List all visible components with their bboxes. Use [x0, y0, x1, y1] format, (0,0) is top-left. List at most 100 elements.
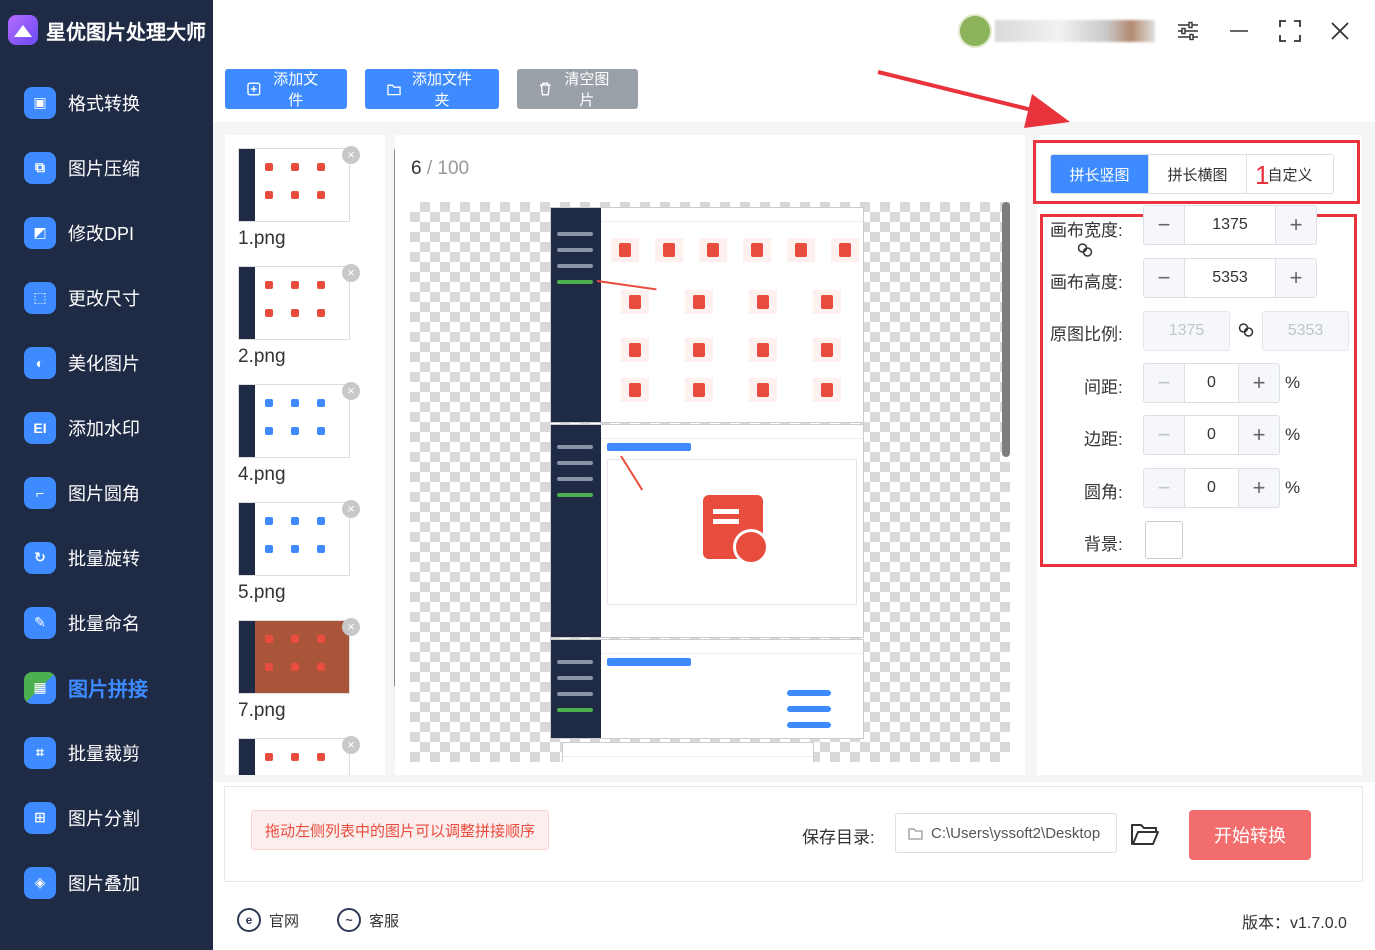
thumbnail-label: 1.png: [238, 228, 286, 249]
support-link[interactable]: ~ 客服: [337, 908, 399, 932]
add-file-button[interactable]: 添加文件: [225, 69, 347, 109]
sidebar-item-10[interactable]: ▦ 图片拼接: [0, 655, 213, 720]
thumbnail-image: [238, 266, 350, 340]
sidebar-item-6[interactable]: EI 添加水印: [0, 395, 213, 460]
spacing-label: 间距:: [1084, 378, 1123, 397]
ratio-width-field: 1375: [1143, 311, 1230, 351]
thumbnail-remove-icon[interactable]: ×: [342, 382, 360, 400]
open-folder-icon[interactable]: [1130, 820, 1160, 848]
drag-hint: 拖动左侧列表中的图片可以调整拼接顺序: [251, 810, 549, 850]
radius-decrement[interactable]: −: [1144, 469, 1184, 507]
maximize-icon[interactable]: [1275, 16, 1305, 46]
folder-icon: [387, 84, 401, 95]
spacing-value[interactable]: 0: [1184, 364, 1239, 402]
preview-scrollbar[interactable]: [1002, 202, 1010, 457]
thumbnail-item[interactable]: ×: [238, 736, 360, 775]
radius-increment[interactable]: +: [1239, 469, 1279, 507]
annotation-number: 1: [1255, 160, 1270, 190]
canvas-height-decrement[interactable]: −: [1144, 259, 1184, 297]
preview-canvas[interactable]: [410, 202, 1010, 762]
margin-percent: %: [1285, 425, 1301, 444]
spacing-percent: %: [1285, 373, 1301, 392]
link-icon[interactable]: [1076, 241, 1094, 259]
sidebar-item-label: 格式转换: [68, 93, 140, 114]
margin-decrement[interactable]: −: [1144, 416, 1184, 454]
thumbnail-item[interactable]: × 2.png: [238, 264, 360, 368]
add-folder-label: 添加文件夹: [411, 71, 472, 109]
sidebar-item-1[interactable]: ▣ 格式转换: [0, 70, 213, 135]
spacing-decrement[interactable]: −: [1144, 364, 1184, 402]
canvas-width-decrement[interactable]: −: [1144, 206, 1184, 244]
sidebar-item-9[interactable]: ✎ 批量命名: [0, 590, 213, 655]
thumbnail-remove-icon[interactable]: ×: [342, 736, 360, 754]
thumbnail-remove-icon[interactable]: ×: [342, 618, 360, 636]
sidebar-item-label: 图片拼接: [68, 679, 148, 701]
sidebar-item-8[interactable]: ↻ 批量旋转: [0, 525, 213, 590]
thumbnail-image: [238, 384, 350, 458]
avatar[interactable]: [958, 14, 992, 48]
sidebar-item-label: 图片圆角: [68, 483, 140, 504]
thumbnail-image: [238, 148, 350, 222]
sidebar-item-label: 批量命名: [68, 613, 140, 634]
sidebar-item-label: 图片分割: [68, 808, 140, 829]
margin-label: 边距:: [1084, 430, 1123, 449]
canvas-height-value[interactable]: 5353: [1184, 259, 1276, 297]
sidebar-item-label: 批量旋转: [68, 548, 140, 569]
sidebar-item-4[interactable]: ⬚ 更改尺寸: [0, 265, 213, 330]
thumbnail-item[interactable]: × 5.png: [238, 500, 360, 604]
canvas-height-label: 画布高度:: [1050, 273, 1123, 292]
sidebar-nav: ▣ 格式转换 ⧉ 图片压缩 ◩ 修改DPI ⬚ 更改尺寸 ◐ 美化图片 EI 添加水印 ⌐ 图片圆角 ↻ 批量…: [0, 70, 213, 915]
canvas-width-value[interactable]: 1375: [1184, 206, 1276, 244]
folder-small-icon: [908, 827, 923, 840]
sidebar-item-label: 图片压缩: [68, 158, 140, 179]
sidebar-item-2[interactable]: ⧉ 图片压缩: [0, 135, 213, 200]
thumbnail-remove-icon[interactable]: ×: [342, 500, 360, 518]
preview-image-4: [562, 742, 814, 762]
settings-sliders-icon[interactable]: [1173, 16, 1203, 46]
sidebar-item-12[interactable]: ⊞ 图片分割: [0, 785, 213, 850]
canvas-height-increment[interactable]: +: [1276, 259, 1316, 297]
start-convert-button[interactable]: 开始转换: [1189, 810, 1311, 860]
app-title: 星优图片处理大师: [46, 21, 206, 44]
website-link[interactable]: e 官网: [237, 908, 299, 932]
crop-icon: ⌗: [24, 736, 56, 769]
margin-increment[interactable]: +: [1239, 416, 1279, 454]
clear-images-button[interactable]: 清空图片: [517, 69, 638, 109]
preview-image-1: [550, 207, 864, 423]
background-color-picker[interactable]: [1145, 521, 1183, 559]
save-path-input[interactable]: C:\Users\yssoft2\Desktop: [895, 813, 1117, 853]
sidebar-item-13[interactable]: ◈ 图片叠加: [0, 850, 213, 915]
annotation-box-tabs: [1033, 140, 1360, 204]
canvas-width-increment[interactable]: +: [1276, 206, 1316, 244]
thumbnail-list[interactable]: × 1.png × 2.png × 4.png × 5.png × 7.png ×: [225, 135, 385, 775]
sidebar-item-11[interactable]: ⌗ 批量裁剪: [0, 720, 213, 785]
thumbnail-remove-icon[interactable]: ×: [342, 146, 360, 164]
sidebar-item-3[interactable]: ◩ 修改DPI: [0, 200, 213, 265]
radius-percent: %: [1285, 478, 1301, 497]
trash-icon: [539, 82, 551, 96]
minimize-icon[interactable]: [1224, 16, 1254, 46]
thumbnail-image: [238, 502, 350, 576]
sidebar-item-5[interactable]: ◐ 美化图片: [0, 330, 213, 395]
spacing-increment[interactable]: +: [1239, 364, 1279, 402]
preview-image-3: [550, 639, 864, 739]
image-convert-icon: ▣: [24, 86, 56, 119]
thumbnail-item[interactable]: × 7.png: [238, 618, 360, 722]
preview-image-2: [550, 424, 864, 638]
split-icon: ⊞: [24, 801, 56, 834]
thumbnail-item[interactable]: × 1.png: [238, 146, 360, 250]
dpi-icon: ◩: [24, 216, 56, 249]
thumbnail-item[interactable]: × 4.png: [238, 382, 360, 486]
support-label: 客服: [369, 912, 400, 930]
add-folder-button[interactable]: 添加文件夹: [365, 69, 499, 109]
canvas-width-label: 画布宽度:: [1050, 221, 1123, 240]
annotation-arrow: [877, 70, 1070, 128]
thumbnail-remove-icon[interactable]: ×: [342, 264, 360, 282]
rename-icon: ✎: [24, 606, 56, 639]
margin-value[interactable]: 0: [1184, 416, 1239, 454]
rotate-icon: ↻: [24, 541, 56, 574]
radius-value[interactable]: 0: [1184, 469, 1239, 507]
sidebar-item-7[interactable]: ⌐ 图片圆角: [0, 460, 213, 525]
ratio-link-icon[interactable]: [1237, 321, 1255, 339]
close-icon[interactable]: [1325, 16, 1355, 46]
